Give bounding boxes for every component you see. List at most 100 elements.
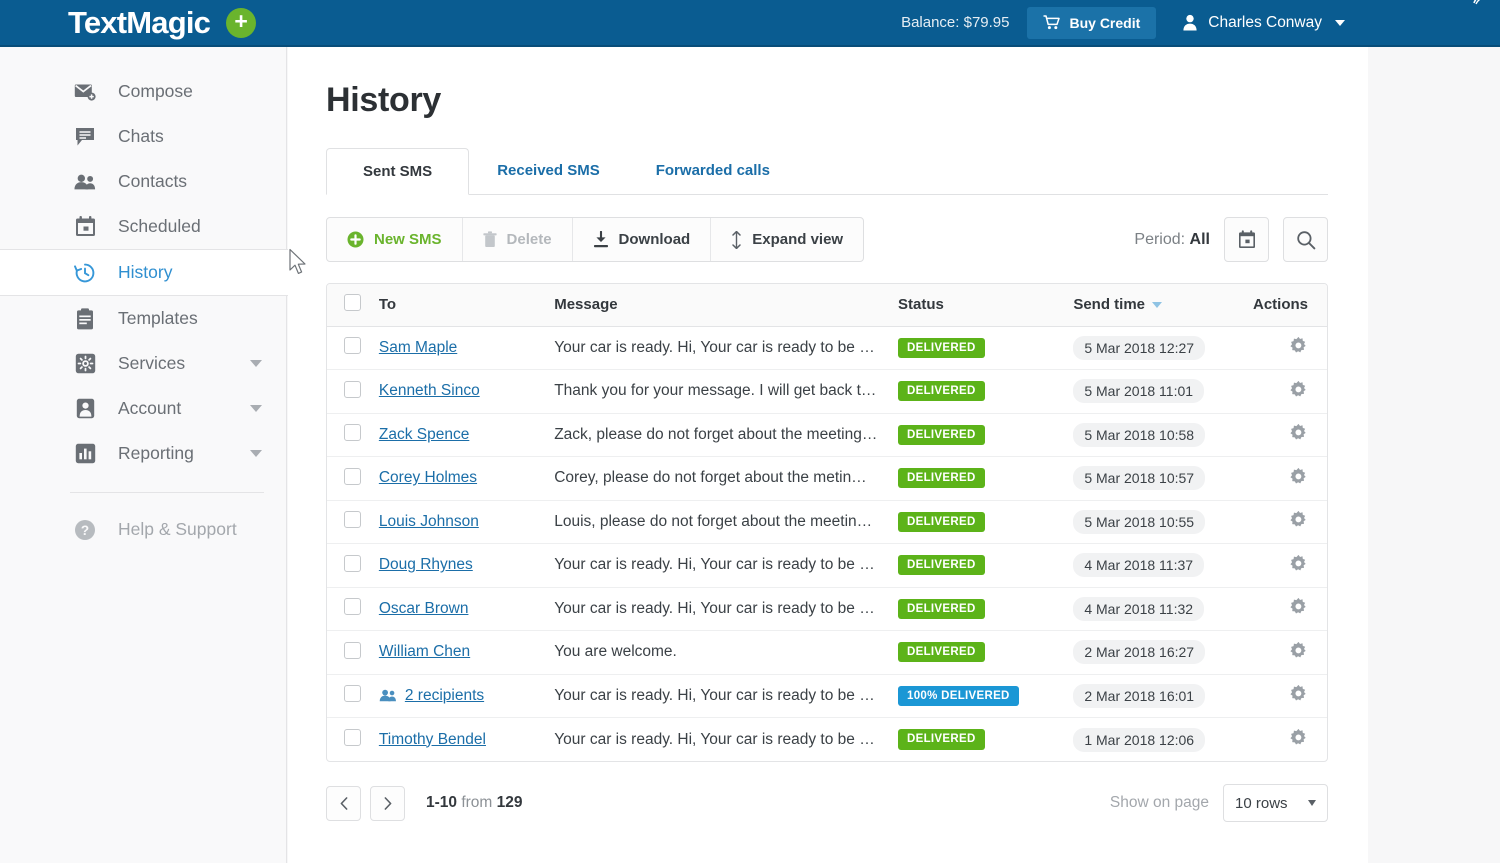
actions-cell	[1253, 718, 1327, 762]
sidebar-item-label: Account	[118, 398, 181, 419]
sidebar-item-label: Templates	[118, 308, 198, 329]
row-checkbox[interactable]	[344, 381, 361, 398]
recipient-link[interactable]: Louis Johnson	[379, 513, 479, 531]
pagination-bar: 1-10 from 129 Show on page 10 rows	[326, 784, 1328, 822]
row-checkbox[interactable]	[344, 555, 361, 572]
rows-per-page-select[interactable]: 10 rows	[1223, 784, 1328, 822]
sidebar-item-services[interactable]: Services	[0, 341, 286, 386]
sidebar-item-contacts[interactable]: Contacts	[0, 159, 286, 204]
question-circle-icon: ?	[74, 519, 96, 541]
table-row[interactable]: Timothy Bendel Your car is ready. Hi, You…	[327, 718, 1327, 762]
send-time-pill: 5 Mar 2018 10:57	[1073, 466, 1205, 490]
toolbar-button-group: New SMS Delete Download	[326, 217, 864, 262]
previous-page-button[interactable]	[326, 786, 361, 821]
send-time-cell: 2 Mar 2018 16:01	[1073, 674, 1253, 718]
row-select-cell	[327, 500, 379, 544]
sidebar-item-reporting[interactable]: Reporting	[0, 431, 286, 476]
compose-icon	[74, 81, 96, 103]
sidebar-item-compose[interactable]: Compose	[0, 69, 286, 114]
message-preview: Your car is ready. Hi, Your car is ready…	[554, 687, 875, 704]
sidebar-item-label: History	[118, 262, 172, 283]
svg-text:?: ?	[81, 523, 89, 538]
sidebar-item-history[interactable]: History	[0, 249, 288, 296]
table-row[interactable]: William ChenYou are welcome.DELIVERED2 M…	[327, 631, 1327, 675]
sidebar-item-templates[interactable]: Templates	[0, 296, 286, 341]
select-all-header	[327, 284, 379, 326]
recipient-link[interactable]: Zack Spence	[379, 426, 469, 444]
gear-icon[interactable]	[1289, 728, 1308, 747]
chevron-down-icon[interactable]	[250, 450, 262, 457]
recipient-link[interactable]: Doug Rhynes	[379, 556, 473, 574]
recipient-link[interactable]: William Chen	[379, 643, 470, 661]
sidebar-item-help-support[interactable]: ? Help & Support	[0, 507, 286, 552]
chevron-down-icon[interactable]	[250, 405, 262, 412]
recipient-cell: Doug Rhynes	[379, 544, 554, 588]
table-row[interactable]: Zack SpenceZack, please do not forget ab…	[327, 413, 1327, 457]
table-row[interactable]: Sam MapleYour car is ready. Hi, Your car…	[327, 326, 1327, 370]
rows-per-page-value: 10 rows	[1235, 795, 1288, 812]
recipient-link[interactable]: Sam Maple	[379, 339, 457, 357]
tab-forwarded-calls[interactable]: Forwarded calls	[628, 147, 798, 194]
recipient-link[interactable]: Oscar Brown	[379, 600, 469, 618]
brand-logo-group[interactable]: TextMagic +	[68, 5, 256, 41]
new-sms-label: New SMS	[374, 231, 442, 248]
table-row[interactable]: Kenneth SincoThank you for your message.…	[327, 370, 1327, 414]
row-select-cell	[327, 631, 379, 675]
row-checkbox[interactable]	[344, 337, 361, 354]
group-recipients-icon	[379, 689, 397, 702]
top-header-bar: TextMagic + Balance: $79.95 Buy Credit C…	[0, 0, 1500, 47]
row-checkbox[interactable]	[344, 685, 361, 702]
row-checkbox[interactable]	[344, 511, 361, 528]
gear-icon[interactable]	[1289, 380, 1308, 399]
table-row[interactable]: Corey HolmesCorey, please do not forget …	[327, 457, 1327, 501]
user-account-menu[interactable]: Charles Conway	[1182, 14, 1345, 32]
expand-view-button[interactable]: Expand view	[711, 218, 863, 261]
recipient-link[interactable]: Kenneth Sinco	[379, 382, 480, 400]
gear-icon[interactable]	[1289, 554, 1308, 573]
date-picker-button[interactable]	[1224, 217, 1269, 262]
header-right-group: Balance: $79.95 Buy Credit Charles Conwa…	[901, 7, 1345, 39]
sidebar-item-chats[interactable]: Chats	[0, 114, 286, 159]
chevron-down-icon[interactable]	[250, 360, 262, 367]
gear-icon[interactable]	[1289, 597, 1308, 616]
row-checkbox[interactable]	[344, 468, 361, 485]
gear-icon[interactable]	[1289, 467, 1308, 486]
status-cell: DELIVERED	[898, 413, 1073, 457]
gear-icon[interactable]	[1289, 423, 1308, 442]
status-cell: DELIVERED	[898, 631, 1073, 675]
gear-icon[interactable]	[1289, 336, 1308, 355]
recipient-link[interactable]: Timothy Bendel	[379, 731, 486, 749]
search-button[interactable]	[1283, 217, 1328, 262]
table-row[interactable]: 2 recipients Your car is ready. Hi, Your …	[327, 674, 1327, 718]
table-row[interactable]: Louis JohnsonLouis, please do not forget…	[327, 500, 1327, 544]
gear-icon[interactable]	[1289, 641, 1308, 660]
select-all-checkbox[interactable]	[344, 294, 361, 311]
recipient-link[interactable]: Corey Holmes	[379, 469, 477, 487]
row-checkbox[interactable]	[344, 729, 361, 746]
download-button[interactable]: Download	[573, 218, 712, 261]
table-row[interactable]: Oscar BrownYour car is ready. Hi, Your c…	[327, 587, 1327, 631]
row-checkbox[interactable]	[344, 424, 361, 441]
new-sms-button[interactable]: New SMS	[327, 218, 463, 261]
expand-vertical-icon	[731, 231, 742, 249]
gear-icon[interactable]	[1289, 684, 1308, 703]
sidebar-item-account[interactable]: Account	[0, 386, 286, 431]
delete-button[interactable]: Delete	[463, 218, 573, 261]
column-header-message[interactable]: Message	[554, 284, 898, 326]
buy-credit-button[interactable]: Buy Credit	[1027, 7, 1156, 39]
sidebar-item-scheduled[interactable]: Scheduled	[0, 204, 286, 249]
table-row[interactable]: Doug RhynesYour car is ready. Hi, Your c…	[327, 544, 1327, 588]
column-header-status[interactable]: Status	[898, 284, 1073, 326]
recipient-link[interactable]: 2 recipients	[405, 687, 484, 705]
column-header-to[interactable]: To	[379, 284, 554, 326]
recipient-cell: Corey Holmes	[379, 457, 554, 501]
row-checkbox[interactable]	[344, 642, 361, 659]
next-page-button[interactable]	[370, 786, 405, 821]
tab-received-sms[interactable]: Received SMS	[469, 147, 628, 194]
column-header-send-time[interactable]: Send time	[1073, 284, 1253, 326]
row-checkbox[interactable]	[344, 598, 361, 615]
tab-sent-sms[interactable]: Sent SMS	[326, 148, 469, 195]
message-cell: Your car is ready. Hi, Your car is ready…	[554, 718, 898, 762]
add-new-button[interactable]: +	[226, 8, 256, 38]
gear-icon[interactable]	[1289, 510, 1308, 529]
